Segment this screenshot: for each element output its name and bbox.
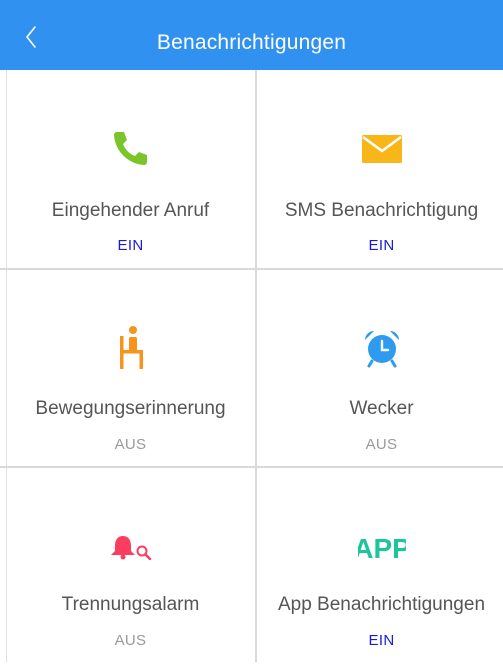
notification-tile-incoming-call[interactable]: Eingehender Anruf EIN bbox=[6, 70, 255, 268]
notification-tile-app-notifications[interactable]: APP App Benachrichtigungen EIN bbox=[257, 468, 503, 666]
status-badge: EIN bbox=[368, 632, 395, 649]
notification-tile-separation-alarm[interactable]: Trennungsalarm AUS bbox=[6, 468, 255, 666]
phone-icon bbox=[113, 132, 147, 165]
status-badge: EIN bbox=[368, 237, 395, 254]
tile-label: App Benachrichtigungen bbox=[277, 594, 486, 615]
notification-tile-movement-reminder[interactable]: Bewegungserinnerung AUS bbox=[6, 270, 255, 468]
top-bar: Benachrichtigungen bbox=[0, 0, 503, 70]
status-badge: AUS bbox=[114, 632, 147, 649]
notification-tile-sms[interactable]: SMS Benachrichtigung EIN bbox=[257, 70, 503, 268]
alarm-clock-icon bbox=[364, 331, 399, 368]
status-badge: AUS bbox=[114, 436, 147, 453]
tile-label: Eingehender Anruf bbox=[51, 200, 210, 221]
tile-label: Bewegungserinnerung bbox=[35, 398, 226, 419]
svg-text:APP: APP bbox=[358, 533, 406, 562]
bell-search-icon bbox=[110, 536, 151, 560]
app-icon: APP bbox=[358, 533, 406, 562]
notification-tile-alarm-clock[interactable]: Wecker AUS bbox=[257, 270, 503, 468]
envelope-icon bbox=[361, 135, 402, 163]
tile-label: Trennungsalarm bbox=[61, 594, 200, 615]
page-title: Benachrichtigungen bbox=[156, 31, 347, 54]
tile-label: SMS Benachrichtigung bbox=[284, 200, 479, 221]
sitting-person-icon bbox=[119, 326, 143, 369]
tile-label: Wecker bbox=[349, 398, 414, 419]
status-badge: AUS bbox=[365, 436, 398, 453]
status-badge: EIN bbox=[117, 237, 144, 254]
